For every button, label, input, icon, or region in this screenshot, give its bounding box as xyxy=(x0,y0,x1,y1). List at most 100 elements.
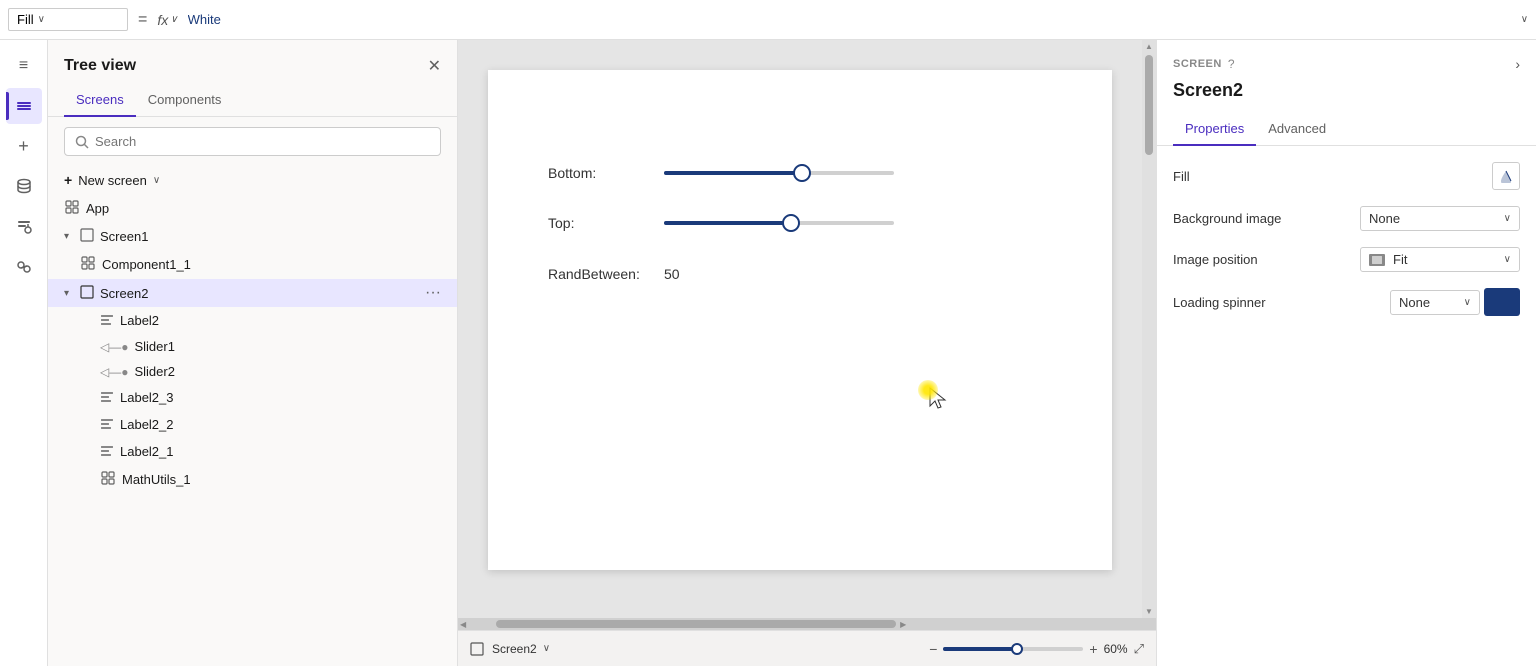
tree-item-app[interactable]: App xyxy=(48,194,457,223)
component1-1-label: Component1_1 xyxy=(102,257,441,272)
image-position-label: Image position xyxy=(1173,252,1352,267)
zoom-percentage: 60% xyxy=(1104,642,1128,656)
hscroll-left-btn[interactable]: ◀ xyxy=(460,620,466,629)
canvas-footer: Screen2 ∨ − + 60% ⤢ xyxy=(458,630,1156,666)
fill-row: Fill xyxy=(1173,162,1520,190)
loading-spinner-row: Loading spinner None ∨ xyxy=(1173,288,1520,316)
component1-1-icon xyxy=(80,255,96,274)
tree-item-component1-1[interactable]: Component1_1 xyxy=(48,250,457,279)
tree-item-label2[interactable]: Label2 xyxy=(48,307,457,334)
randbetween-widget: RandBetween: 50 xyxy=(548,266,680,282)
tab-components[interactable]: Components xyxy=(136,84,234,117)
property-chevron: ∨ xyxy=(38,14,45,25)
zoom-out-button[interactable]: − xyxy=(929,641,937,657)
bottom-slider-thumb[interactable] xyxy=(793,164,811,182)
add-icon[interactable]: + xyxy=(6,128,42,164)
tree-item-mathutils-1[interactable]: MathUtils_1 xyxy=(48,465,457,494)
new-screen-button[interactable]: + New screen ∨ xyxy=(48,166,457,194)
tab-advanced[interactable]: Advanced xyxy=(1256,113,1338,146)
props-help-icon[interactable]: ? xyxy=(1228,57,1235,71)
screen1-chevron: ▾ xyxy=(64,231,76,242)
loading-spinner-color-button[interactable] xyxy=(1484,288,1520,316)
tree-header: Tree view ✕ xyxy=(48,40,457,84)
canvas-screen-chevron: ∨ xyxy=(543,643,550,654)
app-label: App xyxy=(86,201,441,216)
formula-input[interactable] xyxy=(184,10,851,29)
tree-title: Tree view xyxy=(64,57,136,75)
tab-properties[interactable]: Properties xyxy=(1173,113,1256,146)
top-slider-track[interactable] xyxy=(664,221,894,225)
vscroll-thumb[interactable] xyxy=(1145,55,1153,155)
tree-close-button[interactable]: ✕ xyxy=(428,56,441,76)
tree-item-label2-1[interactable]: Label2_1 xyxy=(48,438,457,465)
tab-screens[interactable]: Screens xyxy=(64,84,136,117)
tree-item-slider2[interactable]: ◁—● Slider2 xyxy=(48,359,457,384)
properties-panel: SCREEN ? › Screen2 Properties Advanced F… xyxy=(1156,40,1536,666)
screen-canvas[interactable]: Bottom: Top: xyxy=(488,70,1112,570)
loading-spinner-select[interactable]: None ∨ xyxy=(1390,290,1480,315)
tree-item-screen2[interactable]: ▾ Screen2 ··· xyxy=(48,279,457,307)
hscroll-right-btn[interactable]: ▶ xyxy=(900,620,906,629)
main-layout: ≡ + xyxy=(0,40,1536,666)
slider1-label: Slider1 xyxy=(134,339,441,354)
vscroll-down-btn[interactable]: ▼ xyxy=(1145,607,1153,616)
image-position-value: Fit xyxy=(1393,252,1500,267)
randbetween-value: 50 xyxy=(664,266,680,282)
formula-expand-chevron[interactable]: ∨ xyxy=(1521,14,1528,25)
randbetween-label: RandBetween: xyxy=(548,266,648,282)
equals-sign: = xyxy=(134,11,151,29)
loading-spinner-label: Loading spinner xyxy=(1173,295,1382,310)
props-screen-name: Screen2 xyxy=(1157,80,1536,113)
label2-2-icon xyxy=(100,416,114,433)
props-expand-button[interactable]: › xyxy=(1515,56,1520,72)
zoom-in-button[interactable]: + xyxy=(1089,641,1097,657)
tree-item-label2-3[interactable]: Label2_3 xyxy=(48,384,457,411)
zoom-slider-thumb[interactable] xyxy=(1011,643,1023,655)
mathutils-1-label: MathUtils_1 xyxy=(122,472,441,487)
tools-icon[interactable] xyxy=(6,248,42,284)
bottom-label: Bottom: xyxy=(548,165,648,181)
image-position-select[interactable]: Fit ∨ xyxy=(1360,247,1520,272)
vertical-scrollbar[interactable]: ▲ ▼ xyxy=(1142,40,1156,618)
app-icon xyxy=(64,199,80,218)
background-image-select[interactable]: None ∨ xyxy=(1360,206,1520,231)
slider2-icon: ◁—● xyxy=(100,365,128,379)
screen1-label: Screen1 xyxy=(100,229,441,244)
props-screen-label: SCREEN xyxy=(1173,58,1222,70)
tree-tabs: Screens Components xyxy=(48,84,457,117)
canvas-content-row: Bottom: Top: xyxy=(458,40,1156,618)
zoom-slider[interactable] xyxy=(943,647,1083,651)
property-dropdown[interactable]: Fill ∨ xyxy=(8,8,128,31)
canvas-screen-icon xyxy=(470,642,484,656)
screen1-icon xyxy=(80,228,94,245)
fill-icon-button[interactable] xyxy=(1492,162,1520,190)
bottom-slider-widget: Bottom: xyxy=(548,165,894,181)
fx-button[interactable]: fx ∨ xyxy=(157,12,177,28)
hscroll-thumb[interactable] xyxy=(496,620,896,628)
icon-rail: ≡ + xyxy=(0,40,48,666)
zoom-slider-fill xyxy=(943,647,1013,651)
horizontal-scrollbar[interactable]: ◀ ▶ xyxy=(458,618,1156,630)
property-label: Fill xyxy=(17,12,34,27)
screen2-more-button[interactable]: ··· xyxy=(425,284,441,302)
expand-button[interactable]: ⤢ xyxy=(1134,641,1144,657)
search-input[interactable] xyxy=(95,134,430,149)
label2-2-label: Label2_2 xyxy=(120,417,441,432)
tree-panel: Tree view ✕ Screens Components + New scr… xyxy=(48,40,458,666)
mathutils-1-icon xyxy=(100,470,116,489)
database-icon[interactable] xyxy=(6,168,42,204)
music-icon[interactable] xyxy=(6,208,42,244)
tree-item-slider1[interactable]: ◁—● Slider1 xyxy=(48,334,457,359)
background-image-label: Background image xyxy=(1173,211,1352,226)
canvas-main[interactable]: Bottom: Top: xyxy=(458,40,1142,618)
hamburger-menu-icon[interactable]: ≡ xyxy=(6,48,42,84)
slider1-icon: ◁—● xyxy=(100,340,128,354)
top-slider-thumb[interactable] xyxy=(782,214,800,232)
tree-item-label2-2[interactable]: Label2_2 xyxy=(48,411,457,438)
layers-icon[interactable] xyxy=(6,88,42,124)
tree-item-screen1[interactable]: ▾ Screen1 xyxy=(48,223,457,250)
canvas-screen-selector[interactable]: Screen2 ∨ xyxy=(470,642,550,656)
vscroll-up-btn[interactable]: ▲ xyxy=(1145,42,1153,51)
bottom-slider-track[interactable] xyxy=(664,171,894,175)
loading-spinner-chevron: ∨ xyxy=(1464,297,1471,308)
